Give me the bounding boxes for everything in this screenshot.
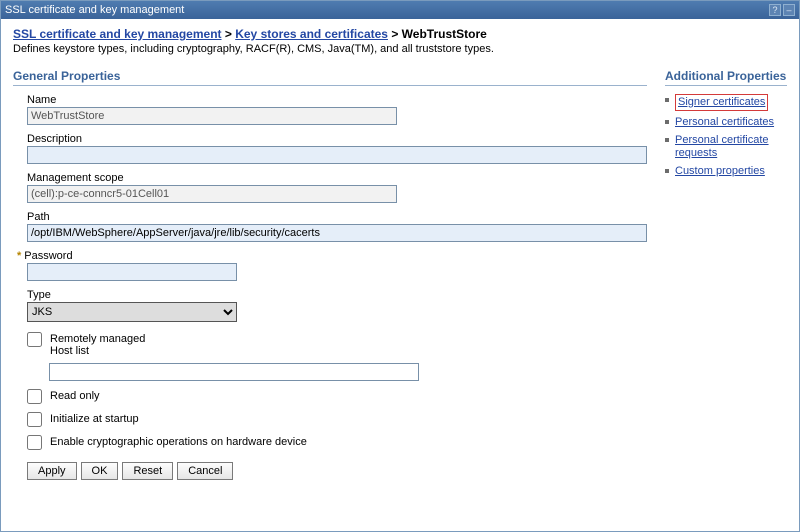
ok-button[interactable]: OK	[81, 462, 119, 480]
input-name[interactable]	[27, 107, 397, 125]
cancel-button[interactable]: Cancel	[177, 462, 233, 480]
admin-window: SSL certificate and key management ? – S…	[0, 0, 800, 532]
additional-properties-list: Signer certificates Personal certificate…	[665, 94, 787, 178]
field-mgmt-scope: Management scope	[27, 172, 647, 203]
help-icon[interactable]: ?	[769, 4, 781, 16]
minimize-icon[interactable]: –	[783, 4, 795, 16]
section-general: General Properties	[13, 69, 647, 86]
row-init-startup: Initialize at startup	[27, 410, 647, 427]
window-controls: ? –	[769, 4, 795, 16]
label-init-startup: Initialize at startup	[50, 410, 139, 425]
label-read-only: Read only	[50, 387, 100, 402]
select-type[interactable]: JKS	[27, 302, 237, 322]
breadcrumb-current: WebTrustStore	[402, 27, 487, 41]
window-title: SSL certificate and key management	[5, 1, 184, 19]
field-host-list	[49, 363, 647, 381]
link-custom-properties[interactable]: Custom properties	[675, 165, 765, 177]
list-item: Personal certificates	[665, 116, 787, 129]
side-panel: Additional Properties Signer certificate…	[665, 69, 787, 480]
field-name: Name	[27, 94, 647, 125]
field-type: Type JKS	[27, 289, 647, 322]
breadcrumb-sep: >	[225, 27, 235, 41]
row-remotely-managed: Remotely managed Host list	[27, 330, 647, 357]
input-host-list[interactable]	[49, 363, 419, 381]
list-item: Personal certificate requests	[665, 134, 787, 160]
list-item: Signer certificates	[665, 94, 787, 111]
breadcrumb: SSL certificate and key management > Key…	[13, 27, 787, 41]
breadcrumb-sep: >	[391, 27, 401, 41]
page-description: Defines keystore types, including crypto…	[13, 43, 787, 55]
row-crypto-hw: Enable cryptographic operations on hardw…	[27, 433, 647, 450]
main-panel: General Properties Name Description Mana…	[13, 69, 647, 480]
link-personal-cert-requests[interactable]: Personal certificate requests	[675, 134, 769, 159]
titlebar: SSL certificate and key management ? –	[1, 1, 799, 19]
content-area: SSL certificate and key management > Key…	[1, 19, 799, 492]
reset-button[interactable]: Reset	[122, 462, 173, 480]
field-description: Description	[27, 133, 647, 164]
label-mgmt-scope: Management scope	[27, 172, 647, 184]
label-type: Type	[27, 289, 647, 301]
apply-button[interactable]: Apply	[27, 462, 77, 480]
link-signer-certificates[interactable]: Signer certificates	[678, 96, 765, 108]
field-password: Password	[17, 250, 647, 281]
field-path: Path	[27, 211, 647, 242]
label-host-list: Host list	[50, 345, 145, 357]
input-mgmt-scope[interactable]	[27, 185, 397, 203]
section-additional: Additional Properties	[665, 69, 787, 86]
checkbox-remotely-managed[interactable]	[27, 332, 42, 347]
breadcrumb-link-ssl[interactable]: SSL certificate and key management	[13, 27, 222, 41]
link-personal-certificates[interactable]: Personal certificates	[675, 116, 774, 128]
button-row: Apply OK Reset Cancel	[27, 462, 647, 480]
breadcrumb-link-keystores[interactable]: Key stores and certificates	[235, 27, 388, 41]
checkbox-read-only[interactable]	[27, 389, 42, 404]
input-path[interactable]	[27, 224, 647, 242]
label-name: Name	[27, 94, 647, 106]
label-description: Description	[27, 133, 647, 145]
label-password: Password	[17, 250, 647, 262]
checkbox-crypto-hw[interactable]	[27, 435, 42, 450]
label-path: Path	[27, 211, 647, 223]
row-read-only: Read only	[27, 387, 647, 404]
list-item: Custom properties	[665, 165, 787, 178]
checkbox-init-startup[interactable]	[27, 412, 42, 427]
input-password[interactable]	[27, 263, 237, 281]
label-remotely-managed: Remotely managed Host list	[50, 330, 145, 357]
highlight-box: Signer certificates	[675, 94, 768, 111]
input-description[interactable]	[27, 146, 647, 164]
label-crypto-hw: Enable cryptographic operations on hardw…	[50, 433, 307, 448]
